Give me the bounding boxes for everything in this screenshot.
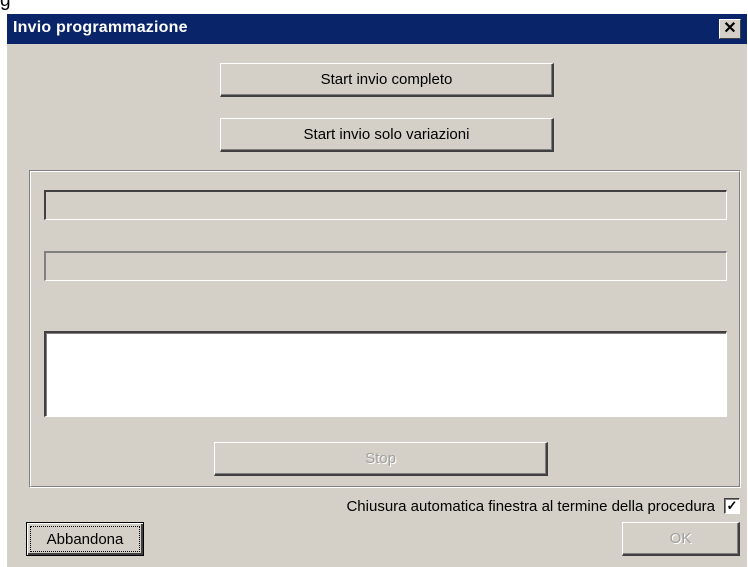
- start-full-send-label: Start invio completo: [320, 71, 453, 88]
- progress-group: Stop: [29, 170, 741, 488]
- window-title: Invio programmazione: [13, 19, 188, 36]
- start-changes-send-label: Start invio solo variazioni: [303, 126, 470, 143]
- log-output-box[interactable]: [44, 331, 727, 417]
- secondary-progress-bar: [44, 251, 727, 281]
- close-button[interactable]: ✕: [719, 19, 741, 39]
- auto-close-checkbox[interactable]: ✓: [724, 498, 740, 514]
- focus-rectangle: [30, 526, 140, 552]
- auto-close-label: Chiusura automatica finestra al termine …: [346, 498, 715, 515]
- dialog-window: Invio programmazione ✕ Start invio compl…: [7, 14, 747, 567]
- primary-progress-bar: [44, 190, 727, 220]
- start-full-send-button[interactable]: Start invio completo: [220, 63, 554, 97]
- checkmark-icon: ✓: [726, 498, 738, 513]
- title-bar: Invio programmazione ✕: [7, 14, 747, 44]
- stop-button[interactable]: Stop: [214, 442, 548, 476]
- background-fragment: g: [0, 0, 11, 11]
- abandon-button[interactable]: Abbandona: [26, 522, 144, 556]
- ok-button[interactable]: OK: [622, 522, 740, 556]
- background-strip: g: [0, 0, 748, 14]
- start-changes-send-button[interactable]: Start invio solo variazioni: [220, 118, 554, 152]
- stop-label: Stop: [365, 450, 396, 467]
- close-icon: ✕: [723, 20, 737, 37]
- ok-label: OK: [669, 530, 692, 547]
